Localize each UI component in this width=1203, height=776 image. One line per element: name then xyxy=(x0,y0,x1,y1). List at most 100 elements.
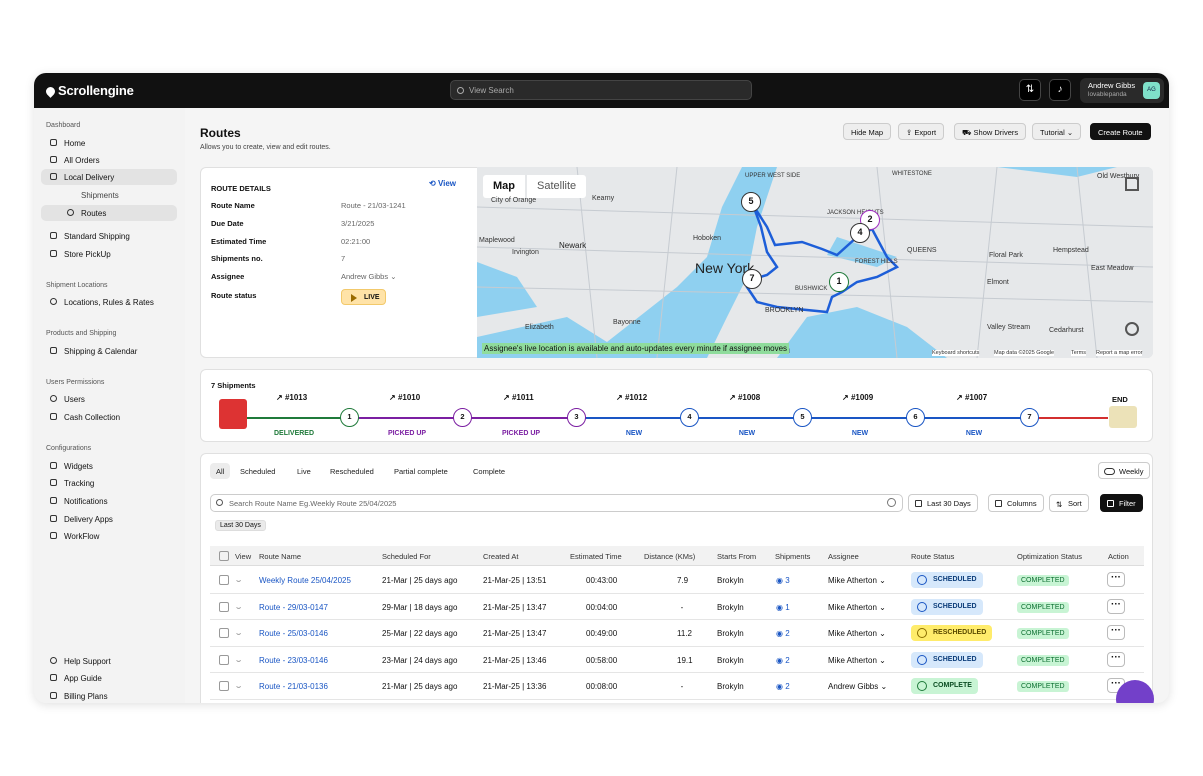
bell-icon[interactable]: ♪ xyxy=(1049,79,1071,101)
map-marker[interactable]: 4 xyxy=(850,223,870,243)
shipment-id-link[interactable]: ↗ #1009 xyxy=(842,393,902,402)
table-row[interactable]: ⌣ Weekly Route 25/04/2025 21-Mar | 25 days… xyxy=(210,567,1144,594)
sidebar-item-users[interactable]: Users xyxy=(41,391,177,407)
tab-complete[interactable]: Complete xyxy=(473,463,505,479)
col-route-name[interactable]: Route Name xyxy=(259,552,301,561)
row-checkbox[interactable] xyxy=(219,681,229,691)
hide-icon[interactable]: ⌣ xyxy=(236,682,241,692)
shipments-view[interactable]: ◉ 2 xyxy=(776,629,790,638)
hide-map-button[interactable]: Hide Map xyxy=(843,123,892,140)
sidebar-item-cash-collection[interactable]: Cash Collection xyxy=(41,409,177,425)
sidebar-item-workflow[interactable]: WorkFlow xyxy=(41,528,177,544)
shipments-view[interactable]: ◉ 1 xyxy=(776,603,790,612)
tab-rescheduled[interactable]: Rescheduled xyxy=(330,463,374,479)
route-name-link[interactable]: Route - 29/03-0147 xyxy=(259,603,328,612)
route-name-link[interactable]: Weekly Route 25/04/2025 xyxy=(259,576,351,585)
shipment-id-link[interactable]: ↗ #1008 xyxy=(729,393,789,402)
assignee-dropdown[interactable]: Mike Atherton ⌄ xyxy=(828,656,886,665)
sort-button[interactable]: ⇅ Sort xyxy=(1049,494,1089,512)
assignee-dropdown[interactable]: Andrew Gibbs ⌄ xyxy=(828,682,887,691)
sidebar-item-all-orders[interactable]: All Orders xyxy=(41,152,177,168)
sidebar-item-tracking[interactable]: Tracking xyxy=(41,475,177,491)
route-map[interactable]: Map Satellite New York UPPER WEST SIDE W… xyxy=(477,167,1153,358)
map-marker[interactable]: 1 xyxy=(829,272,849,292)
sidebar-item-delivery-apps[interactable]: Delivery Apps xyxy=(41,511,177,527)
tab-partial-complete[interactable]: Partial complete xyxy=(394,463,448,479)
sidebar-item-local-delivery[interactable]: Local Delivery xyxy=(41,169,177,185)
shipment-id-link[interactable]: ↗ #1013 xyxy=(276,393,336,402)
table-row[interactable]: ⌣ Route - 21/03-0136 21-Mar | 25 days ago 2… xyxy=(210,673,1144,700)
route-search-input[interactable]: Search Route Name Eg.Weekly Route 25/04/… xyxy=(210,494,903,512)
export-button[interactable]: ⇪ Export xyxy=(898,123,945,140)
sidebar-item-home[interactable]: Home xyxy=(41,135,177,151)
recenter-icon[interactable] xyxy=(1125,322,1139,336)
shipment-id-link[interactable]: ↗ #1007 xyxy=(956,393,1016,402)
sidebar-item-store-pickup[interactable]: Store PickUp xyxy=(41,246,177,262)
col-created[interactable]: Created At xyxy=(483,552,518,561)
more-actions-button[interactable]: ··· xyxy=(1107,651,1125,667)
timeline-stop[interactable]: 1 xyxy=(340,408,359,427)
more-actions-button[interactable]: ··· xyxy=(1107,598,1125,614)
assignee-dropdown[interactable]: Mike Atherton ⌄ xyxy=(828,629,886,638)
map-tab[interactable]: Map xyxy=(483,175,525,198)
map-footer[interactable]: Terms xyxy=(1071,350,1086,356)
row-checkbox[interactable] xyxy=(219,575,229,585)
row-checkbox[interactable] xyxy=(219,628,229,638)
create-route-button[interactable]: Create Route xyxy=(1090,123,1151,140)
col-distance[interactable]: Distance (KMs) xyxy=(644,552,695,561)
route-name-link[interactable]: Route - 21/03-0136 xyxy=(259,682,328,691)
shipments-view[interactable]: ◉ 2 xyxy=(776,682,790,691)
col-route-status[interactable]: Route Status xyxy=(911,552,954,561)
timeline-stop[interactable]: 6 xyxy=(906,408,925,427)
columns-button[interactable]: Columns xyxy=(988,494,1044,512)
timeline-stop[interactable]: 7 xyxy=(1020,408,1039,427)
sidebar-item-shipments[interactable]: Shipments xyxy=(41,187,177,203)
sidebar-item-shipping-calendar[interactable]: Shipping & Calendar xyxy=(41,343,177,359)
view-link[interactable]: ⟲ View xyxy=(429,179,456,188)
col-optimization-status[interactable]: Optimization Status xyxy=(1017,552,1082,561)
map-marker[interactable]: 7 xyxy=(742,269,762,289)
map-footer[interactable]: Report a map error xyxy=(1096,350,1143,356)
row-checkbox[interactable] xyxy=(219,654,229,665)
sidebar-item-billing[interactable]: Billing Plans xyxy=(41,688,177,703)
more-actions-button[interactable]: ··· xyxy=(1107,572,1125,587)
user-menu[interactable]: Andrew Gibbs lovablepanda AG xyxy=(1080,78,1164,103)
shipment-id-link[interactable]: ↗ #1011 xyxy=(503,393,563,402)
active-filter-chip[interactable]: Last 30 Days xyxy=(215,520,266,531)
assignee-dropdown[interactable]: Mike Atherton ⌄ xyxy=(828,576,886,585)
hide-icon[interactable]: ⌣ xyxy=(236,576,241,586)
timeline-stop[interactable]: 2 xyxy=(453,408,472,427)
more-actions-button[interactable]: ··· xyxy=(1107,625,1125,640)
shipment-id-link[interactable]: ↗ #1010 xyxy=(389,393,449,402)
fullscreen-icon[interactable] xyxy=(1125,177,1139,191)
route-name-link[interactable]: Route - 25/03-0146 xyxy=(259,629,328,638)
sidebar-item-help[interactable]: Help Support xyxy=(41,653,177,669)
col-shipments[interactable]: Shipments xyxy=(775,552,810,561)
select-all-checkbox[interactable] xyxy=(219,551,229,561)
tutorial-dropdown[interactable]: Tutorial ⌄ xyxy=(1032,123,1082,140)
hide-icon[interactable]: ⌣ xyxy=(236,629,241,639)
table-row[interactable]: ⌣ Route - 29/03-0147 29-Mar | 18 days ago 2… xyxy=(210,594,1144,620)
shipments-view[interactable]: ◉ 3 xyxy=(776,576,790,585)
show-drivers-button[interactable]: ⛟ Show Drivers xyxy=(954,123,1027,140)
col-est-time[interactable]: Estimated Time xyxy=(570,552,622,561)
switch-icon[interactable]: ⇅ xyxy=(1019,79,1041,101)
hide-icon[interactable]: ⌣ xyxy=(236,656,241,666)
table-row[interactable]: ⌣ Route - 25/03-0146 25-Mar | 22 days ago 2… xyxy=(210,620,1144,647)
timeline-stop[interactable]: 5 xyxy=(793,408,812,427)
map-marker[interactable]: 5 xyxy=(741,192,761,212)
sidebar-item-widgets[interactable]: Widgets xyxy=(41,458,177,474)
shipments-view[interactable]: ◉ 2 xyxy=(776,656,790,665)
tab-live[interactable]: Live xyxy=(297,463,311,479)
date-range-button[interactable]: Last 30 Days xyxy=(908,494,978,512)
weekly-toggle[interactable]: Weekly xyxy=(1098,462,1151,479)
table-row[interactable]: ⌣ Route - 23/03-0146 23-Mar | 24 days ago 2… xyxy=(210,647,1144,673)
assignee-dropdown[interactable]: Mike Atherton ⌄ xyxy=(828,603,886,612)
map-footer[interactable]: Keyboard shortcuts xyxy=(932,350,980,356)
timeline-stop[interactable]: 3 xyxy=(567,408,586,427)
tab-all[interactable]: All xyxy=(210,463,231,479)
sidebar-item-routes[interactable]: Routes xyxy=(41,205,177,221)
tab-scheduled[interactable]: Scheduled xyxy=(240,463,275,479)
sidebar-item-locations[interactable]: Locations, Rules & Rates xyxy=(41,294,177,310)
sidebar-item-notifications[interactable]: Notifications xyxy=(41,493,177,509)
